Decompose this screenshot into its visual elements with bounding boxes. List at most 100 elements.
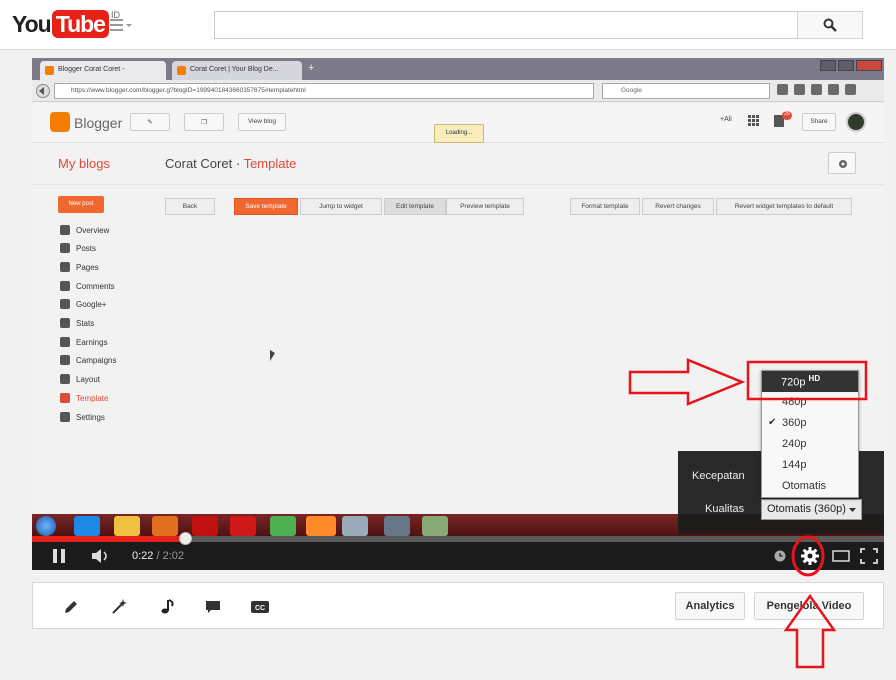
new-tab-icon: + — [308, 62, 315, 74]
hd-badge: HD — [808, 374, 821, 383]
time-separator: / — [153, 550, 163, 562]
sidebar-item-settings: Settings — [60, 412, 105, 422]
svg-text:CC: CC — [255, 605, 265, 612]
quality-select-value: Otomatis (360p) — [767, 503, 846, 515]
fullscreen-icon[interactable] — [860, 548, 878, 564]
revert-changes-button: Revert changes — [642, 198, 714, 215]
app-icon — [384, 516, 410, 536]
volume-icon[interactable] — [92, 549, 112, 563]
blogger-logo-icon — [50, 112, 70, 132]
user-name: +Ali — [720, 116, 732, 123]
theater-mode-icon[interactable] — [832, 550, 850, 562]
sidebar-item-label: Posts — [76, 243, 97, 253]
captions-cc-icon[interactable]: CC — [248, 595, 272, 619]
pause-icon[interactable] — [52, 549, 66, 563]
app-icon — [422, 516, 448, 536]
edit-pencil-icon[interactable] — [59, 595, 83, 619]
youtube-logo[interactable]: You Tube ID — [12, 9, 120, 39]
trophy-icon — [60, 337, 70, 347]
sidebar-item-layout: Layout — [60, 374, 100, 384]
sidebar-item-earnings: Earnings — [60, 337, 108, 347]
blog-settings-gear-icon — [828, 152, 856, 174]
browser-navbar: https://www.blogger.com/blogger.g?blogID… — [32, 80, 884, 102]
search-button[interactable] — [797, 11, 863, 39]
quality-option-144p[interactable]: 144p — [782, 459, 806, 471]
wrench-icon — [60, 412, 70, 422]
quality-menu: 720p HD 480p ✔ 360p 240p 144p Otomatis — [761, 370, 859, 498]
current-time: 0:22 — [132, 550, 154, 562]
internet-explorer-icon — [74, 516, 100, 536]
acrobat-icon — [192, 516, 218, 536]
progress-played — [32, 536, 185, 542]
sidebar-item-label: Settings — [76, 412, 105, 422]
browser-search: Google — [602, 83, 770, 99]
home-icon — [828, 84, 839, 95]
sidebar-item-label: Earnings — [76, 337, 108, 347]
close-icon — [856, 60, 882, 71]
start-button-icon — [36, 516, 56, 536]
window-buttons — [820, 60, 882, 71]
quality-option-360p[interactable]: 360p — [782, 417, 806, 429]
blogger-favicon-icon — [177, 66, 186, 75]
video-player[interactable]: Blogger Corat Coret - Corat Coret | Your… — [32, 58, 884, 570]
browser-url: https://www.blogger.com/blogger.g?blogID… — [54, 83, 594, 99]
analytics-button[interactable]: Analytics — [675, 592, 745, 620]
search-icon — [823, 18, 837, 32]
sidebar-item-stats: Stats — [60, 318, 94, 328]
maximize-icon — [838, 60, 854, 71]
quality-option-480p[interactable]: 480p — [782, 396, 806, 408]
app-icon — [342, 516, 368, 536]
sidebar-item-template: Template — [60, 393, 108, 403]
campaigns-icon — [60, 355, 70, 365]
progress-scrubber[interactable] — [179, 532, 192, 545]
time-display: 0:22 / 2:02 — [132, 550, 184, 562]
browser-tab: Corat Coret | Your Blog De... — [172, 61, 302, 80]
chrome-icon — [270, 516, 296, 536]
breadcrumb-current: Template — [243, 156, 297, 171]
video-manager-button[interactable]: Pengelola Video — [754, 592, 864, 620]
apps-grid-icon — [748, 115, 759, 126]
folder-icon — [114, 516, 140, 536]
blogger-brand: Blogger — [74, 115, 123, 131]
loading-indicator: Loading... — [434, 124, 484, 143]
enhancements-wand-icon[interactable] — [107, 595, 131, 619]
breadcrumb: Corat Coret · Template — [165, 156, 296, 171]
revert-widgets-button: Revert widget templates to default — [716, 198, 852, 215]
audio-music-icon[interactable] — [155, 595, 179, 619]
duration: 2:02 — [162, 550, 185, 562]
firefox-icon — [306, 516, 336, 536]
sidebar-item-label: Campaigns — [76, 355, 117, 365]
browser-toolbar-icons — [777, 84, 856, 95]
layout-icon — [60, 374, 70, 384]
divider — [32, 184, 884, 185]
menu-icon — [845, 84, 856, 95]
logo-tube: Tube — [51, 10, 109, 38]
guide-menu-button[interactable] — [110, 17, 134, 33]
sidebar-item-comments: Comments — [60, 281, 115, 291]
google-plus-icon — [60, 299, 70, 309]
media-player-icon — [152, 516, 178, 536]
sidebar-item-label: Google+ — [76, 299, 107, 309]
settings-gear-icon[interactable] — [800, 546, 820, 566]
video-frame[interactable]: Blogger Corat Coret - Corat Coret | Your… — [32, 58, 884, 538]
quality-option-720p[interactable]: 720p HD — [762, 371, 858, 392]
avatar — [846, 112, 866, 132]
search-input[interactable] — [214, 11, 799, 39]
posts-icon — [60, 243, 70, 253]
star-icon — [777, 84, 788, 95]
sidebar-item-label: Template — [76, 393, 109, 403]
quality-option-auto[interactable]: Otomatis — [782, 480, 826, 492]
chevron-down-icon — [849, 508, 856, 512]
quality-option-240p[interactable]: 240p — [782, 438, 806, 450]
annotations-comment-icon[interactable] — [201, 595, 225, 619]
sidebar-item-label: Stats — [76, 318, 95, 328]
pencil-icon: ✎ — [130, 113, 170, 131]
watch-later-icon[interactable] — [774, 550, 786, 562]
video-actions-bar: CC Analytics Pengelola Video — [32, 582, 884, 629]
share-button: Share — [802, 113, 836, 131]
home-icon — [60, 225, 70, 235]
sidebar-item-googleplus: Google+ — [60, 299, 106, 309]
sidebar-item-campaigns: Campaigns — [60, 355, 116, 365]
new-post-button: New post — [58, 196, 104, 213]
quality-select[interactable]: Otomatis (360p) — [761, 499, 862, 520]
